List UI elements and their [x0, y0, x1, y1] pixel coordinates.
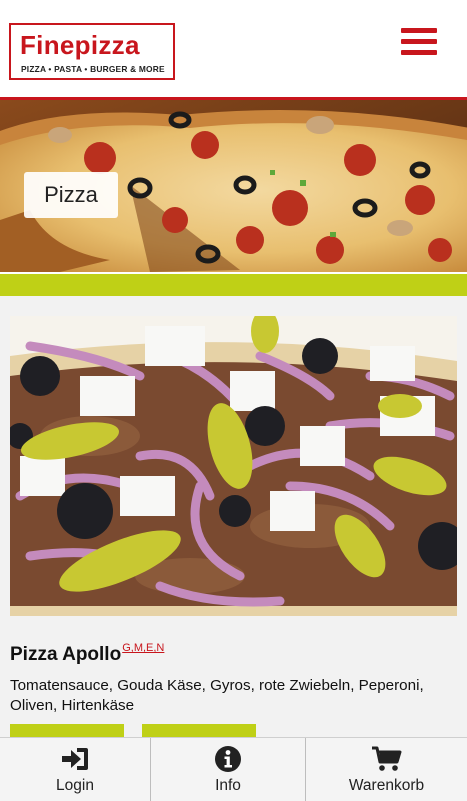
hamburger-menu-icon[interactable] [401, 26, 437, 58]
product-name[interactable]: Pizza ApolloG,M,E,N [10, 642, 164, 666]
nav-info-label: Info [215, 777, 241, 794]
shopping-cart-icon [371, 746, 403, 772]
info-icon [214, 746, 242, 772]
app-header: Finepizza PIZZA • PASTA • BURGER & MORE [0, 0, 467, 98]
sign-in-icon [60, 746, 90, 772]
product-image[interactable] [10, 316, 457, 616]
logo-subtitle: PIZZA • PASTA • BURGER & MORE [21, 64, 165, 74]
nav-login-label: Login [56, 777, 94, 794]
product-description: Tomatensauce, Gouda Käse, Gyros, rote Zw… [10, 677, 424, 714]
nav-cart-label: Warenkorb [348, 777, 425, 794]
product-name-text: Pizza Apollo [10, 644, 122, 665]
nav-info[interactable]: Info [151, 738, 305, 801]
nav-cart[interactable]: Warenkorb [306, 738, 467, 801]
logo-title: Finepizza [20, 30, 140, 60]
category-label[interactable]: Pizza [24, 172, 118, 218]
nav-login[interactable]: Login [0, 738, 150, 801]
finepizza-logo[interactable]: Finepizza PIZZA • PASTA • BURGER & MORE [9, 23, 175, 80]
accent-bar [0, 274, 467, 296]
bottom-navigation: Login Info Warenkorb [0, 737, 467, 801]
allergen-codes-link[interactable]: G,M,E,N [122, 642, 164, 654]
